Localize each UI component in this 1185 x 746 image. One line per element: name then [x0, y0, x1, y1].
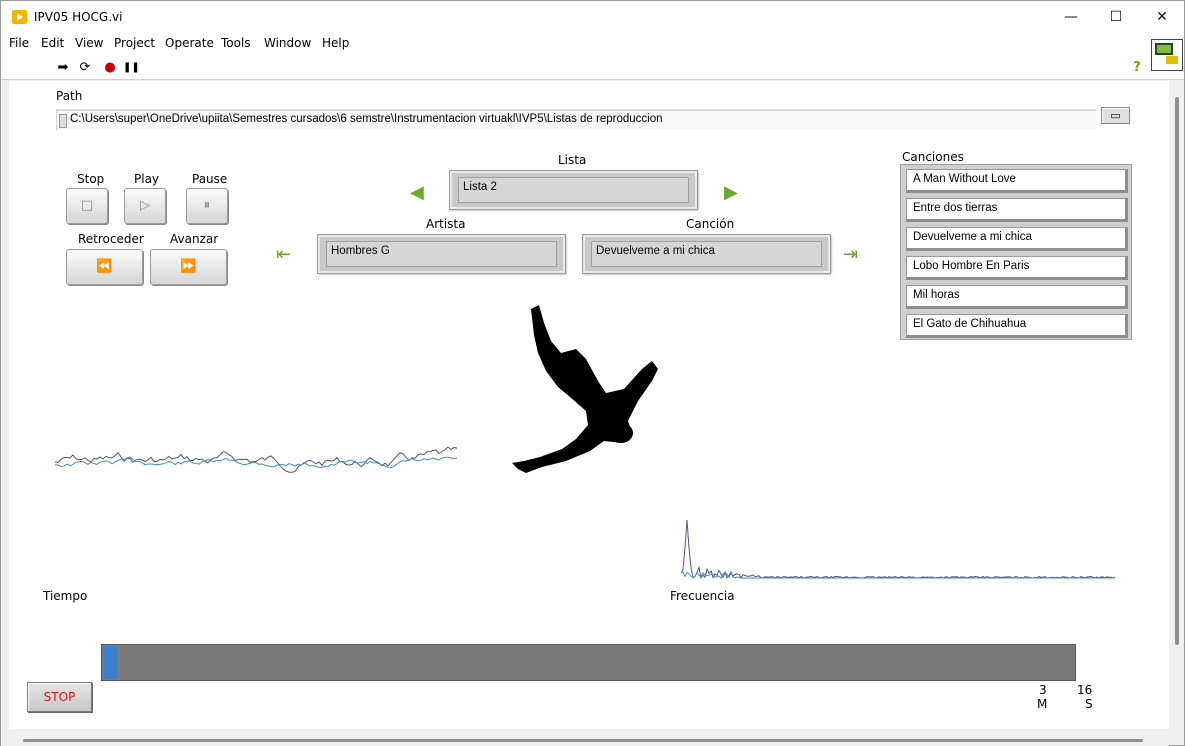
previous-track-arrow-icon[interactable]: ⇤	[276, 244, 291, 265]
song-item[interactable]: Lobo Hombre En Paris	[906, 256, 1128, 280]
stop-icon: □	[80, 198, 94, 213]
toolbar	[1, 55, 1184, 80]
abort-execution-icon[interactable]: ●	[102, 60, 118, 76]
horizontal-scroll-thumb[interactable]	[23, 739, 1143, 742]
song-listbox[interactable]: A Man Without Love Entre dos tierras Dev…	[900, 164, 1132, 340]
menu-project[interactable]: Project	[114, 36, 155, 50]
artista-indicator: Hombres G	[318, 235, 565, 273]
menu-tools[interactable]: Tools	[221, 36, 251, 50]
minutes-value: 3	[1039, 683, 1047, 697]
path-value: C:\Users\super\OneDrive\upiita\Semestres…	[70, 113, 663, 125]
stop-playback-button[interactable]: □	[66, 188, 108, 224]
artista-value: Hombres G	[326, 241, 557, 267]
seconds-value: 16	[1077, 683, 1093, 697]
window-title: IPV05 HOCG.vi	[34, 10, 123, 24]
cancion-label: Canción	[686, 217, 735, 231]
run-continuously-icon[interactable]: ⟳	[77, 60, 93, 76]
song-item[interactable]: A Man Without Love	[906, 169, 1128, 193]
labview-window: IPV05 HOCG.vi — ☐ ✕ File Edit View Proje…	[0, 0, 1185, 746]
rewind-label: Retroceder	[78, 232, 144, 246]
title-bar[interactable]	[1, 1, 1184, 33]
time-waveform-blue	[55, 456, 458, 469]
cancion-indicator: Devuelveme a mi chica	[583, 235, 830, 273]
path-label: Path	[56, 89, 83, 103]
forward-button[interactable]: ⏩	[150, 249, 227, 285]
lista-indicator: Lista 2	[450, 171, 697, 209]
fast-forward-icon: ⏩	[180, 259, 197, 274]
play-control-label: Play	[134, 172, 160, 186]
pause-icon: ⏸	[203, 198, 211, 213]
vertical-scroll-thumb[interactable]	[1175, 97, 1179, 645]
artista-label: Artista	[426, 217, 466, 231]
menu-file[interactable]: File	[9, 36, 29, 50]
time-waveform-dark	[55, 446, 458, 473]
next-track-arrow-icon[interactable]: ⇥	[843, 244, 858, 265]
play-icon: ▷	[140, 198, 150, 213]
stop-control-label: Stop	[77, 172, 105, 186]
forward-label: Avanzar	[170, 232, 219, 246]
maximize-button[interactable]: ☐	[1093, 1, 1139, 33]
menu-edit[interactable]: Edit	[41, 36, 64, 50]
lista-label: Lista	[558, 153, 587, 167]
rewind-button[interactable]: ⏪	[66, 249, 143, 285]
play-button[interactable]: ▷	[124, 188, 166, 224]
falling-man-image	[512, 305, 658, 473]
pause-button[interactable]: ⏸	[186, 188, 228, 224]
song-item[interactable]: Devuelveme a mi chica	[906, 227, 1128, 251]
pause-icon[interactable]: ❚❚	[123, 60, 140, 76]
playback-progress-fill	[103, 646, 118, 679]
minutes-unit: M	[1037, 697, 1048, 711]
pause-control-label: Pause	[192, 172, 228, 186]
folder-icon: ▭	[1110, 109, 1121, 122]
frecuencia-label: Frecuencia	[670, 589, 735, 603]
menu-operate[interactable]: Operate	[165, 36, 214, 50]
stop-vi-button[interactable]: STOP	[27, 682, 92, 712]
menu-view[interactable]: View	[75, 36, 103, 50]
song-item[interactable]: El Gato de Chihuahua	[906, 314, 1128, 338]
rewind-icon: ⏪	[96, 259, 113, 274]
menu-window[interactable]: Window	[264, 36, 311, 50]
next-list-arrow-icon[interactable]: ▶	[724, 182, 738, 203]
close-button[interactable]: ✕	[1139, 1, 1185, 33]
vi-connector-icon[interactable]	[1151, 39, 1183, 71]
run-arrow-icon[interactable]: ➡	[55, 60, 71, 76]
canciones-label: Canciones	[902, 150, 964, 164]
playback-progress-bar[interactable]	[101, 644, 1076, 681]
time-waveform-graph	[55, 446, 458, 473]
vi-icon-graphic	[1155, 43, 1178, 64]
cancion-value: Devuelveme a mi chica	[591, 241, 822, 267]
lista-value: Lista 2	[458, 177, 689, 203]
context-help-icon[interactable]: ?	[1129, 60, 1145, 76]
minimize-button[interactable]: —	[1048, 1, 1094, 33]
song-item[interactable]: Entre dos tierras	[906, 198, 1128, 222]
tiempo-label: Tiempo	[43, 589, 88, 603]
spectrum-dark	[681, 519, 1116, 580]
labview-app-icon	[12, 10, 27, 24]
song-item[interactable]: Mil horas	[906, 285, 1128, 309]
menu-help[interactable]: Help	[322, 36, 349, 50]
path-type-icon	[59, 114, 67, 128]
frequency-spectrum-graph	[681, 519, 1116, 580]
previous-list-arrow-icon[interactable]: ◀	[410, 182, 424, 203]
browse-folder-button[interactable]: ▭	[1101, 107, 1130, 124]
seconds-unit: S	[1085, 697, 1093, 711]
